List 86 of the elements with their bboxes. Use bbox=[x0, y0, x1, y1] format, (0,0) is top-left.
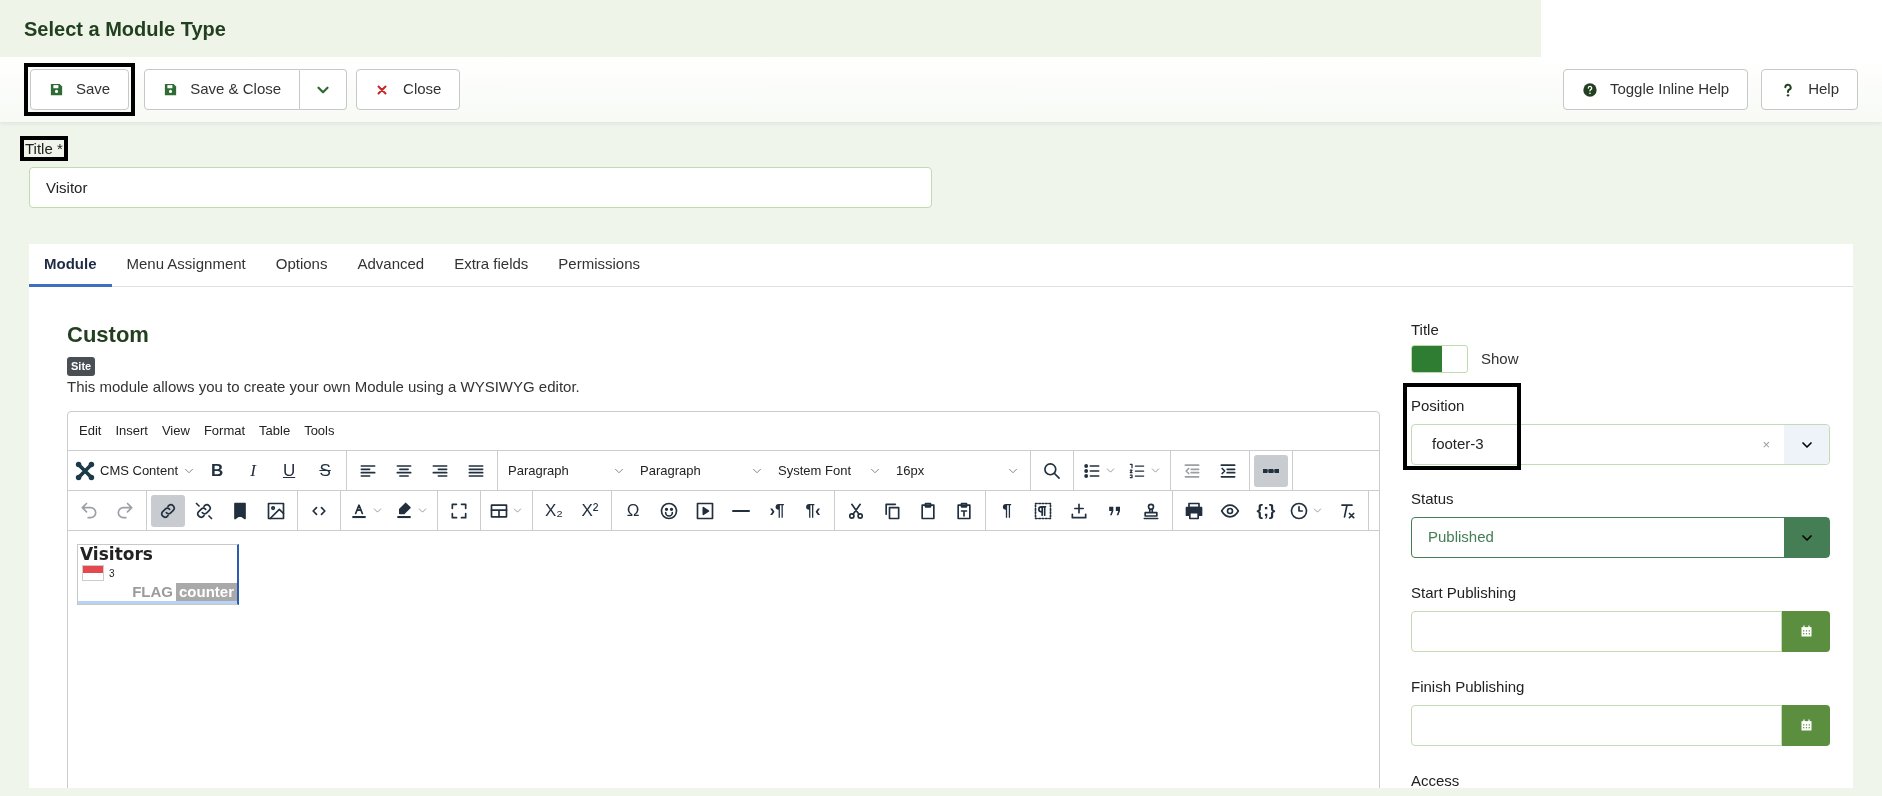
dotted-paragraph-icon bbox=[1033, 500, 1053, 521]
site-badge: Site bbox=[67, 357, 96, 376]
emoji-icon bbox=[659, 500, 679, 521]
unlink-icon bbox=[194, 500, 214, 521]
logo-icon bbox=[74, 459, 96, 482]
title-input[interactable]: Visitor bbox=[29, 167, 932, 208]
redo-icon bbox=[115, 500, 135, 521]
save-button[interactable]: Save bbox=[30, 69, 130, 110]
tab[interactable]: Permissions bbox=[543, 244, 656, 287]
save-icon bbox=[49, 82, 64, 97]
menu-item[interactable]: Table bbox=[252, 421, 298, 441]
more-icon bbox=[1263, 468, 1280, 473]
field-label: Access bbox=[1411, 772, 1461, 788]
image-icon bbox=[266, 500, 286, 521]
toolbar-button[interactable]: B bbox=[200, 454, 235, 487]
toolbar-button[interactable]: S bbox=[308, 454, 343, 487]
toolbar-button[interactable]: Ω bbox=[616, 494, 650, 527]
clipboard-text-icon bbox=[954, 500, 974, 521]
dropdown-value: Paragraph bbox=[640, 461, 701, 480]
page-title: Select a Module Type bbox=[24, 16, 226, 42]
field-label: Title bbox=[1411, 321, 1440, 339]
printer-icon bbox=[1184, 500, 1204, 521]
date-input[interactable] bbox=[1411, 705, 1782, 746]
toolbar-button[interactable] bbox=[1254, 454, 1289, 487]
toolbar-button[interactable]: ¶‹ bbox=[796, 494, 830, 527]
tab[interactable]: Extra fields bbox=[439, 244, 544, 287]
toolbar-button[interactable]: ¶ bbox=[990, 494, 1024, 527]
format-dropdown[interactable]: 16px bbox=[890, 454, 1027, 487]
visitor-count: 3 bbox=[109, 566, 115, 581]
undo-icon bbox=[79, 500, 99, 521]
toolbar-button[interactable]: X₂ bbox=[537, 494, 571, 527]
help-button[interactable]: Help bbox=[1761, 69, 1858, 110]
dropdown-value: System Font bbox=[778, 461, 851, 480]
status-select[interactable]: Published bbox=[1411, 517, 1830, 558]
menu-item[interactable]: Edit bbox=[72, 421, 109, 441]
date-input[interactable] bbox=[1411, 611, 1782, 652]
toolbar-button[interactable]: ›¶ bbox=[760, 494, 794, 527]
toggle-label: Show bbox=[1481, 348, 1519, 369]
search-icon bbox=[1042, 460, 1063, 481]
tab[interactable]: Options bbox=[260, 244, 343, 287]
dropdown-value: 16px bbox=[896, 461, 925, 480]
widget-heading: Visitors bbox=[79, 545, 154, 563]
field-label: Position bbox=[1411, 397, 1466, 415]
media-icon bbox=[695, 500, 715, 521]
toolbar-button[interactable]: X² bbox=[573, 494, 607, 527]
module-heading: Custom bbox=[67, 321, 150, 349]
field-label: Status bbox=[1411, 490, 1455, 508]
logo-word: FLAG bbox=[132, 583, 173, 601]
format-dropdown[interactable]: Paragraph bbox=[634, 454, 771, 487]
select-value: Published bbox=[1427, 527, 1495, 548]
tab[interactable]: Advanced bbox=[342, 244, 440, 287]
close-icon bbox=[375, 82, 390, 97]
field-label: Finish Publishing bbox=[1411, 678, 1526, 696]
close-button[interactable]: Close bbox=[356, 69, 461, 110]
question-circle-icon bbox=[1581, 81, 1598, 98]
toolbar-button[interactable]: {;} bbox=[1249, 494, 1283, 527]
highlighter-icon bbox=[394, 500, 414, 521]
module-description: This module allows you to create your own Module using a WYSIWYG editor. bbox=[67, 377, 581, 397]
clock-icon bbox=[1289, 500, 1309, 521]
select-value: footer-3 bbox=[1431, 434, 1485, 455]
calendar-button[interactable] bbox=[1782, 705, 1830, 746]
tab[interactable]: Module bbox=[29, 244, 112, 287]
field-label: Start Publishing bbox=[1411, 584, 1518, 602]
field-label: Title * bbox=[25, 140, 63, 157]
toolbar-button[interactable] bbox=[151, 494, 185, 527]
clipboard-icon bbox=[918, 500, 938, 521]
menu-item[interactable]: Insert bbox=[108, 421, 155, 441]
horizontal-line-icon bbox=[732, 509, 750, 512]
save-icon bbox=[163, 82, 179, 97]
menu-item[interactable]: Format bbox=[196, 421, 253, 441]
menu-item[interactable]: Tools bbox=[297, 421, 342, 441]
flag-icon bbox=[82, 565, 104, 581]
dropdown-toggle[interactable] bbox=[300, 69, 348, 110]
calendar-button[interactable] bbox=[1782, 611, 1830, 652]
tab[interactable]: Menu Assignment bbox=[111, 244, 261, 287]
toolbar-button[interactable]: I bbox=[236, 454, 271, 487]
toggle-help-button[interactable]: Toggle Inline Help bbox=[1562, 69, 1749, 110]
toolbar-button[interactable]: U bbox=[272, 454, 307, 487]
format-dropdown[interactable]: Paragraph bbox=[502, 454, 633, 487]
toggle-switch[interactable] bbox=[1411, 345, 1468, 373]
save-close-button[interactable]: Save & Close bbox=[144, 69, 301, 110]
cms-content-menu[interactable]: CMS Content bbox=[72, 454, 199, 487]
format-dropdown[interactable]: System Font bbox=[772, 454, 889, 487]
logo-word: counter bbox=[176, 583, 237, 601]
dropdown-value: Paragraph bbox=[508, 461, 569, 480]
menu-item[interactable]: View bbox=[154, 421, 197, 441]
